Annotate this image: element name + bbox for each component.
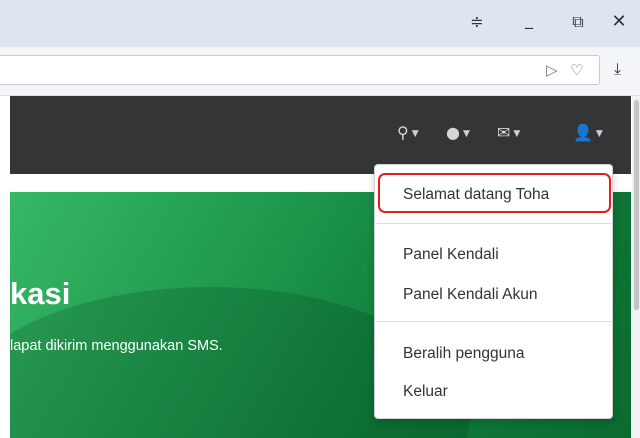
chevron-down-icon: ▼ [462,128,470,139]
messages-dropdown[interactable]: ● ▼ [446,123,470,144]
address-bar[interactable]: ▷ ♡ [0,55,600,85]
hero-subtitle: lapat dikirim menggunakan SMS. [10,338,223,354]
browser-toolbar: ▷ ♡ ⤓ [0,47,640,96]
send-icon[interactable]: ▷ [546,61,558,79]
hero-title: kasi [10,276,71,311]
user-dropdown-menu: Selamat datang Toha Panel Kendali Panel … [374,164,613,419]
chevron-down-icon: ▼ [411,128,419,139]
menu-icon[interactable]: ≑ [466,12,488,32]
download-icon[interactable]: ⤓ [614,60,621,78]
user-icon: 👤 [573,123,593,142]
divider [375,223,612,224]
menu-item-panel-kendali[interactable]: Panel Kendali [403,245,499,265]
menu-item-switch-user[interactable]: Beralih pengguna [403,344,525,364]
user-dropdown[interactable]: 👤 ▼ [573,123,603,144]
mail-dropdown[interactable]: ✉ ▼ [497,123,520,144]
browser-titlebar: ≑ _ ⧉ ✕ [0,0,640,47]
close-icon[interactable]: ✕ [608,12,630,32]
site-navbar: ⚲ ▼ ● ▼ ✉ ▼ 👤 ▼ [10,96,631,174]
chat-icon: ● [446,123,460,142]
chevron-down-icon: ▼ [595,128,603,139]
heart-icon[interactable]: ♡ [570,61,583,79]
menu-item-panel-kendali-akun[interactable]: Panel Kendali Akun [403,285,537,305]
menu-item-welcome[interactable]: Selamat datang Toha [403,185,549,205]
scrollbar-thumb[interactable] [634,100,639,310]
search-icon: ⚲ [397,123,409,142]
mail-icon: ✉ [497,123,511,142]
search-dropdown[interactable]: ⚲ ▼ [397,123,419,144]
chevron-down-icon: ▼ [513,128,521,139]
menu-item-logout[interactable]: Keluar [403,382,448,402]
divider [375,321,612,322]
restore-icon[interactable]: ⧉ [567,12,589,32]
minimize-icon[interactable]: _ [518,10,540,30]
